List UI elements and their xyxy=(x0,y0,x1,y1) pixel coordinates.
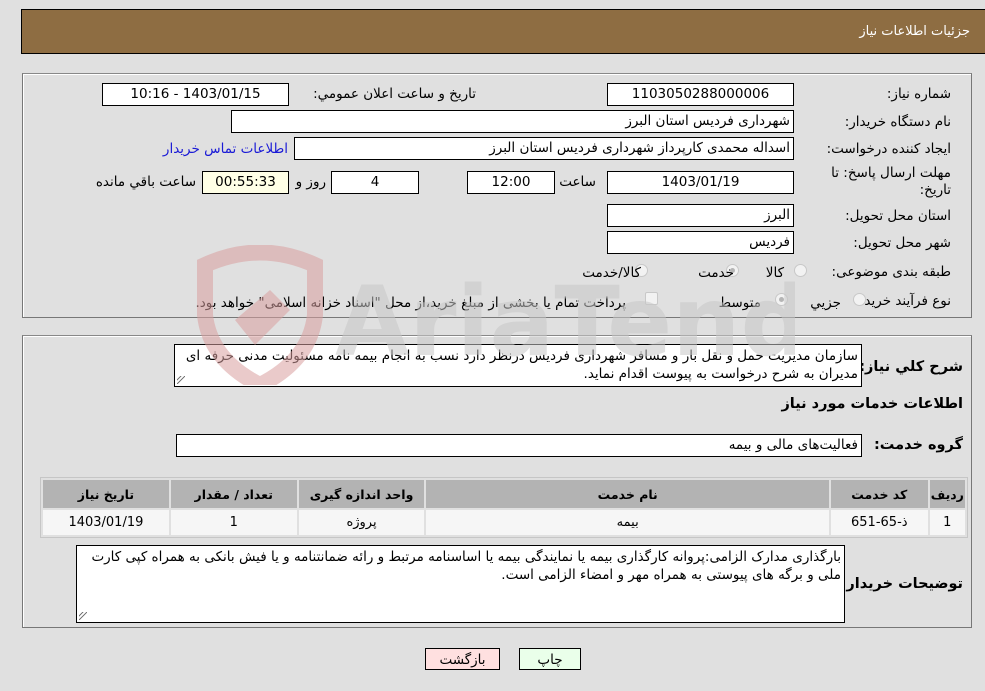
announce-datetime-field[interactable]: 1403/01/15 - 10:16 xyxy=(102,83,289,106)
buyer-contact-link[interactable]: اطلاعات تماس خریدار xyxy=(163,141,288,157)
city-label: شهر محل تحویل: xyxy=(853,235,951,251)
services-table: ردیف کد خدمت نام خدمت واحد اندازه گیری ت… xyxy=(40,477,968,538)
buyer-org-field[interactable]: شهرداری فردیس استان البرز xyxy=(231,110,794,133)
description-label: شرح كلي نياز: xyxy=(859,359,963,375)
cell-service-code: ذ-65-651 xyxy=(830,510,928,535)
col-header-row-number: ردیف xyxy=(929,480,965,508)
table-row: 1 ذ-65-651 بیمه پروژه 1 1403/01/19 xyxy=(43,510,965,535)
cell-service-name: بیمه xyxy=(426,510,829,535)
process-radio-medium[interactable] xyxy=(775,293,788,306)
announce-label: تاریخ و ساعت اعلان عمومي: xyxy=(313,86,476,102)
category-option-service: خدمت xyxy=(698,265,734,281)
col-header-unit: واحد اندازه گیری xyxy=(298,480,425,508)
buyer-notes-label: توضیحات خریدار: xyxy=(840,576,963,592)
treasury-checkbox[interactable] xyxy=(645,292,658,305)
need-details-panel: شرح كلي نياز: سازمان مدیریت حمل و نقل با… xyxy=(22,335,972,628)
remaining-time-field[interactable]: 00:55:33 xyxy=(202,171,289,194)
province-field[interactable]: البرز xyxy=(607,204,794,227)
creator-field[interactable]: اسداله محمدی کارپرداز شهرداری فردیس استا… xyxy=(294,137,794,160)
col-header-service-code: کد خدمت xyxy=(830,480,928,508)
buyer-notes-text: بارگذاری مدارک الزامی:پروانه کارگذاری بی… xyxy=(91,549,841,583)
table-header-row: ردیف کد خدمت نام خدمت واحد اندازه گیری ت… xyxy=(43,480,965,508)
deadline-date-field[interactable]: 1403/01/19 xyxy=(607,171,794,194)
city-field[interactable]: فردیس xyxy=(607,231,794,254)
deadline-label: مهلت ارسال پاسخ: تا تاریخ: xyxy=(831,165,951,198)
need-number-label: شماره نیاز: xyxy=(886,86,951,102)
col-header-quantity: تعداد / مقدار xyxy=(170,480,297,508)
deadline-time-field[interactable]: 12:00 xyxy=(467,171,555,194)
province-label: استان محل تحویل: xyxy=(845,208,951,224)
col-header-need-date: تاریخ نیاز xyxy=(43,480,169,508)
process-option-minor: جزيي xyxy=(810,295,841,311)
print-button[interactable]: چاپ xyxy=(519,648,581,670)
days-remaining-field[interactable]: 4 xyxy=(331,171,419,194)
cell-need-date: 1403/01/19 xyxy=(43,510,169,535)
page-header: جزئیات اطلاعات نیاز xyxy=(21,9,985,54)
process-radio-minor[interactable] xyxy=(853,293,866,306)
category-option-goods: کالا xyxy=(765,265,784,281)
buyer-notes-textarea[interactable]: بارگذاری مدارک الزامی:پروانه کارگذاری بی… xyxy=(76,545,845,623)
need-info-panel: شماره نیاز: 1103050288000006 تاریخ و ساع… xyxy=(22,73,972,318)
category-radio-goods[interactable] xyxy=(794,264,807,277)
category-label: طبقه بندی موضوعی: xyxy=(831,264,951,280)
creator-label: ایجاد کننده درخواست: xyxy=(826,141,951,157)
buyer-org-label: نام دستگاه خریدار: xyxy=(844,114,951,130)
description-textarea[interactable]: سازمان مدیریت حمل و نقل بار و مسافر شهرد… xyxy=(174,344,862,387)
deadline-time-label: ساعت xyxy=(559,174,596,190)
page-title: جزئیات اطلاعات نیاز xyxy=(859,24,970,39)
resize-grip-icon[interactable] xyxy=(79,612,87,620)
back-button[interactable]: بازگشت xyxy=(425,648,500,670)
resize-grip-icon[interactable] xyxy=(177,376,185,384)
category-option-goods-service: کالا/خدمت xyxy=(582,265,641,281)
description-text: سازمان مدیریت حمل و نقل بار و مسافر شهرد… xyxy=(185,348,858,382)
service-group-label: گروه خدمت: xyxy=(873,437,963,453)
cell-quantity: 1 xyxy=(170,510,297,535)
cell-unit: پروژه xyxy=(298,510,425,535)
days-label: روز و xyxy=(295,174,326,190)
col-header-service-name: نام خدمت xyxy=(426,480,829,508)
process-type-label: نوع فرآیند خرید : xyxy=(855,293,951,309)
process-option-medium: متوسط xyxy=(718,295,761,311)
treasury-checkbox-label: پرداخت تمام یا بخشی از مبلغ خرید،از محل … xyxy=(195,295,626,311)
cell-row-number: 1 xyxy=(929,510,965,535)
need-number-field[interactable]: 1103050288000006 xyxy=(607,83,794,106)
service-group-field[interactable]: فعالیت‌های مالی و بیمه xyxy=(176,434,862,457)
remaining-label: ساعت باقي مانده xyxy=(95,174,196,190)
services-heading: اطلاعات خدمات مورد نیاز xyxy=(781,396,963,412)
